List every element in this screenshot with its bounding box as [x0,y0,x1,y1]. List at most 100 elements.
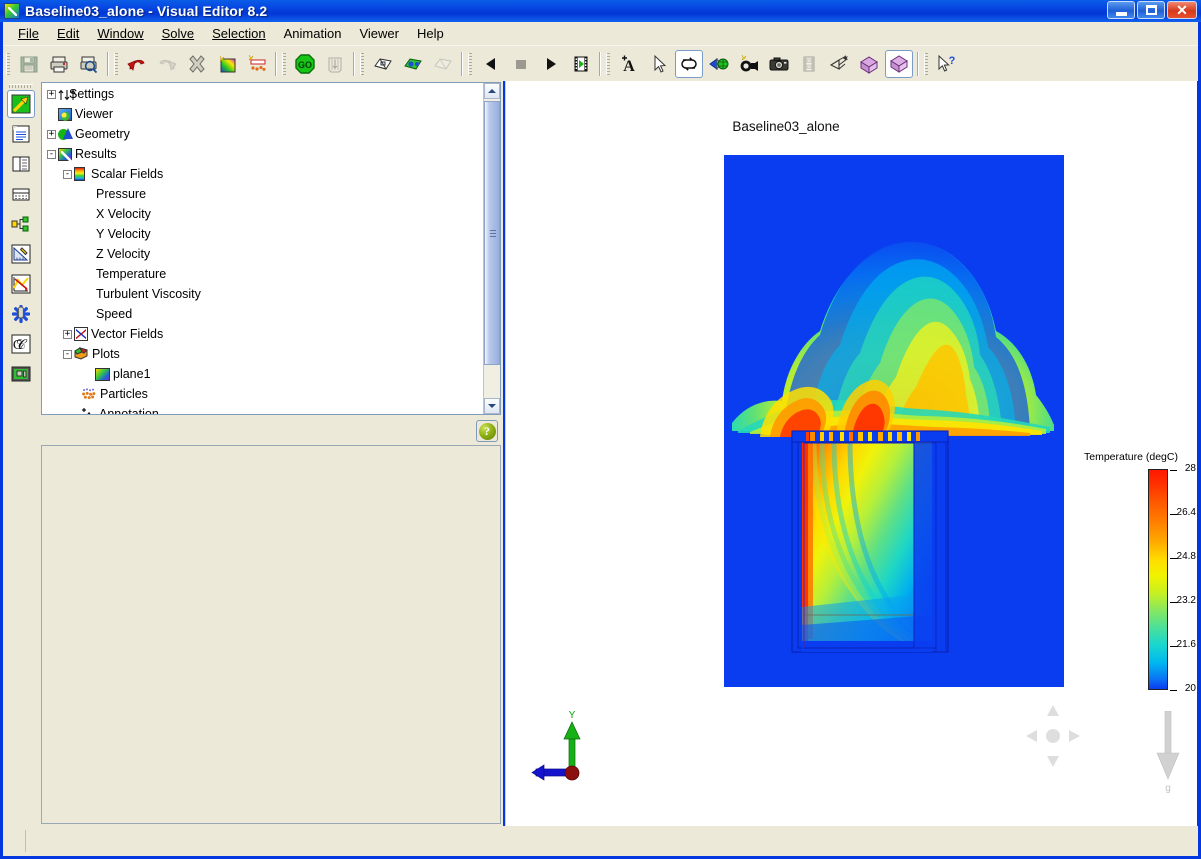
close-button[interactable]: ✕ [1167,1,1197,19]
cfd-symbol-button[interactable]: 𝒞 C [7,330,35,358]
menu-solve[interactable]: Solve [153,24,204,43]
undo-button[interactable] [123,50,151,78]
tree-expander-icon[interactable]: + [47,89,56,99]
tree-expander-icon[interactable]: - [47,149,56,159]
view-direction-button[interactable] [705,50,733,78]
toolbar-grip[interactable] [924,52,928,75]
help-button[interactable]: ? [476,420,498,442]
tree-item-results[interactable]: - Results [42,144,485,164]
tree-item-temperature[interactable]: Temperature [42,264,485,284]
toolbar-grip[interactable] [282,52,286,75]
new-contour-button[interactable] [213,50,241,78]
scrollbar-thumb[interactable] [484,101,500,365]
tree-item-settings[interactable]: + Settings [42,84,485,104]
tree-item-speed[interactable]: Speed [42,304,485,324]
table-split-button[interactable] [7,150,35,178]
scrollbar-down-button[interactable] [484,398,500,414]
geometry-transparent-button[interactable] [429,50,457,78]
tree-item-particles[interactable]: Particles [42,384,485,404]
delete-button[interactable] [183,50,211,78]
tree-item-vector-fields[interactable]: + Vector Fields [42,324,485,344]
record-movie-button[interactable] [795,50,823,78]
tree-item-z-velocity[interactable]: Z Velocity [42,244,485,264]
toolbar-grip[interactable] [360,52,364,75]
tree-item-turbulent-viscosity[interactable]: Turbulent Viscosity [42,284,485,304]
navigation-pad[interactable] [1022,701,1084,771]
particles-icon [81,387,97,401]
board-layout-button[interactable] [7,360,35,388]
tree-item-annotation[interactable]: A Annotation [42,404,485,414]
xy-plot-button[interactable] [7,270,35,298]
box-view-button[interactable] [855,50,883,78]
tree-item-geometry[interactable]: + Geometry [42,124,485,144]
tree-item-viewer[interactable]: Viewer [42,104,485,124]
left-toolbar-grip[interactable] [9,84,33,88]
scrollbar-up-button[interactable] [484,83,500,99]
print-button[interactable] [45,50,73,78]
results-icon [58,147,72,162]
tree-item-label: Turbulent Viscosity [96,287,201,301]
mesh-button[interactable] [321,50,349,78]
solver-settings-button[interactable] [7,300,35,328]
tree-item-label: X Velocity [96,207,151,221]
refresh-view-button[interactable] [675,49,703,78]
toolbar-grip[interactable] [468,52,472,75]
menu-edit[interactable]: Edit [48,24,88,43]
tree-item-plane1[interactable]: plane1 [42,364,485,384]
play-button[interactable] [537,50,565,78]
maximize-button[interactable] [1137,1,1165,19]
add-text-button[interactable]: A [615,50,643,78]
new-particles-button[interactable] [243,50,271,78]
model-tree[interactable]: + Settings Viewer + Geometry - Results -… [42,83,485,414]
tree-item-y-velocity[interactable]: Y Velocity [42,224,485,244]
contour-plot[interactable] [724,155,1064,687]
context-help-button[interactable]: ? [933,50,961,78]
measure-button[interactable] [7,240,35,268]
tree-expander-icon[interactable]: + [63,329,72,339]
screenshot-button[interactable] [765,50,793,78]
menu-help[interactable]: Help [408,24,453,43]
tree-item-scalar-fields[interactable]: - Scalar Fields [42,164,485,184]
menu-file[interactable]: File [9,24,48,43]
window-title: Baseline03_alone - Visual Editor 8.2 [25,3,268,19]
viewport[interactable]: Baseline03_alone Temperature (degC) 28 2… [505,81,1197,826]
model-tree-panel: + Settings Viewer + Geometry - Results -… [41,82,501,415]
report-button[interactable] [7,120,35,148]
toolbar-grip[interactable] [6,52,10,75]
toolbar-grip[interactable] [606,52,610,75]
tree-item-pressure[interactable]: Pressure [42,184,485,204]
tree-item-x-velocity[interactable]: X Velocity [42,204,485,224]
solve-go-button[interactable]: GO [291,50,319,78]
minimize-button[interactable] [1107,1,1135,19]
menu-selection[interactable]: Selection [203,24,274,43]
pointer-select-button[interactable] [645,50,673,78]
properties-panel[interactable] [41,445,501,824]
menu-window[interactable]: Window [88,24,152,43]
toolbar-grip[interactable] [114,52,118,75]
menu-viewer-label: Viewer [359,26,399,41]
tree-leaf-connector [68,414,81,415]
stop-button[interactable] [507,50,535,78]
print-preview-button[interactable] [75,50,103,78]
menu-animation[interactable]: Animation [275,24,351,43]
geometry-solid-button[interactable] [399,50,427,78]
box-view-active-button[interactable] [885,49,913,78]
tree-leaf-connector [82,314,95,315]
filmstrip-play-button[interactable] [567,50,595,78]
tree-item-plots[interactable]: - Plots [42,344,485,364]
lighting-button[interactable] [735,50,763,78]
tree-expander-icon[interactable]: + [47,129,56,139]
menu-viewer[interactable]: Viewer [350,24,408,43]
tree-structure-button[interactable] [7,210,35,238]
summary-table-button[interactable] [7,180,35,208]
geometry-wireframe-button[interactable] [369,50,397,78]
save-button[interactable] [15,50,43,78]
tree-expander-icon[interactable]: - [63,169,72,179]
tree-scrollbar[interactable] [483,83,500,414]
perspective-button[interactable] [825,50,853,78]
tree-expander-icon[interactable]: - [63,349,72,359]
redo-button[interactable] [153,50,181,78]
previous-frame-button[interactable] [477,50,505,78]
model-build-button[interactable] [7,90,35,118]
svg-text:?: ? [949,55,956,67]
